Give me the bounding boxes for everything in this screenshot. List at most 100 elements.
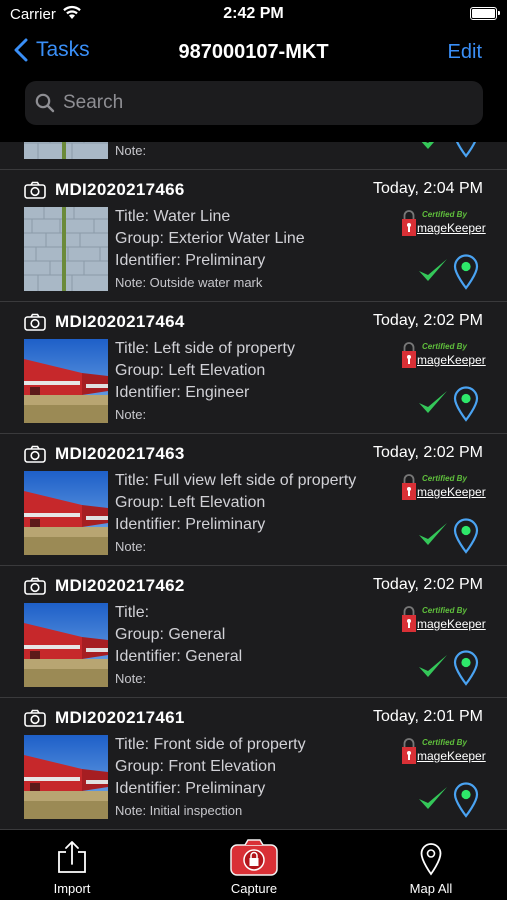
item-title: Title: Left side of property — [115, 340, 295, 357]
item-meta: Title: Full view left side of property Gr… — [115, 470, 356, 558]
back-button-label: Tasks — [36, 38, 90, 61]
item-title: Title: Water Line — [115, 208, 231, 225]
import-tab[interactable]: Import — [30, 830, 114, 900]
camera-icon — [24, 313, 46, 331]
item-identifier: Identifier: Engineer — [115, 384, 250, 401]
camera-icon — [24, 181, 46, 199]
list-item[interactable]: MDI2020217462 Today, 2:02 PM Title: Group: … — [0, 566, 507, 698]
item-meta: Title: Group: General Identifier: General N… — [115, 602, 242, 690]
photo-thumbnail[interactable] — [24, 603, 108, 687]
search-input[interactable] — [63, 92, 443, 114]
item-note: Note: — [115, 671, 147, 686]
chevron-left-icon — [14, 38, 28, 62]
item-note: Note: Outside water mark — [115, 275, 263, 290]
photo-thumbnail — [24, 142, 108, 159]
location-pin-icon[interactable] — [453, 518, 479, 559]
item-group: Group: Exterior Water Line — [115, 230, 305, 247]
item-note: Note: — [115, 143, 147, 158]
tab-bar: Import Capture Map All — [0, 830, 507, 900]
edit-button[interactable]: Edit — [448, 41, 482, 64]
location-pin-icon[interactable] — [453, 254, 479, 295]
certified-badge: Certified By mageKeeper — [400, 210, 486, 238]
search-area — [0, 76, 507, 142]
item-date: Today, 2:02 PM — [373, 312, 483, 329]
item-header: MDI2020217466 — [24, 180, 185, 200]
location-pin-icon[interactable] — [453, 782, 479, 823]
back-button[interactable]: Tasks — [14, 38, 90, 62]
status-bar: Carrier 2:42 PM — [0, 0, 507, 28]
certified-by-text: Certified By — [422, 738, 467, 747]
uploaded-check-icon — [417, 256, 449, 289]
import-icon — [58, 841, 86, 873]
uploaded-check-icon — [417, 142, 449, 157]
item-identifier: Identifier: Preliminary — [115, 252, 266, 269]
navigation-bar: Tasks 987000107-MKT Edit — [0, 28, 507, 76]
item-date: Today, 2:02 PM — [373, 576, 483, 593]
certified-by-text: Certified By — [422, 342, 467, 351]
uploaded-check-icon — [417, 784, 449, 817]
brand-text: mageKeeper — [417, 617, 486, 631]
certified-badge: Certified By mageKeeper — [400, 474, 486, 502]
item-note: Note: — [115, 407, 147, 422]
item-title: Title: — [115, 604, 150, 621]
location-pin-icon[interactable] — [453, 386, 479, 427]
list-item[interactable]: MDI2020217466 Today, 2:04 PM Title: Water … — [0, 170, 507, 302]
brand-text: mageKeeper — [417, 749, 486, 763]
list-item-partial[interactable]: Note: — [0, 142, 507, 170]
location-pin-icon[interactable] — [453, 650, 479, 691]
map-all-label: Map All — [409, 881, 453, 896]
photo-thumbnail[interactable] — [24, 471, 108, 555]
uploaded-check-icon — [417, 388, 449, 421]
camera-icon — [24, 577, 46, 595]
capture-tab[interactable]: Capture — [211, 830, 297, 900]
certified-by-text: Certified By — [422, 474, 467, 483]
import-label: Import — [53, 881, 91, 896]
item-meta: Title: Left side of property Group: Left … — [115, 338, 295, 426]
brand-text: mageKeeper — [417, 485, 486, 499]
uploaded-check-icon — [417, 520, 449, 553]
photo-thumbnail[interactable] — [24, 339, 108, 423]
item-id: MDI2020217466 — [55, 180, 185, 199]
item-date: Today, 2:02 PM — [373, 444, 483, 461]
item-meta: Title: Front side of property Group: Fron… — [115, 734, 306, 822]
camera-icon — [24, 445, 46, 463]
item-header: MDI2020217462 — [24, 576, 185, 596]
map-all-tab[interactable]: Map All — [388, 830, 474, 900]
camera-icon — [24, 709, 46, 727]
item-header: MDI2020217463 — [24, 444, 185, 464]
capture-label: Capture — [230, 881, 278, 896]
list-item[interactable]: MDI2020217464 Today, 2:02 PM Title: Left s… — [0, 302, 507, 434]
item-group: Group: Left Elevation — [115, 362, 266, 379]
item-header: MDI2020217464 — [24, 312, 185, 332]
item-date: Today, 2:04 PM — [373, 180, 483, 197]
item-title: Title: Front side of property — [115, 736, 306, 753]
item-identifier: Identifier: General — [115, 648, 243, 665]
item-id: MDI2020217463 — [55, 444, 185, 463]
item-identifier: Identifier: Preliminary — [115, 516, 266, 533]
map-pin-icon — [420, 843, 442, 876]
location-pin-icon[interactable] — [453, 142, 479, 163]
item-id: MDI2020217464 — [55, 312, 185, 331]
certified-badge: Certified By mageKeeper — [400, 606, 486, 634]
item-id: MDI2020217462 — [55, 576, 185, 595]
capture-camera-icon — [230, 839, 278, 876]
item-meta: Note: — [115, 142, 146, 162]
item-header: MDI2020217461 — [24, 708, 185, 728]
photo-list: Note: MDI2020217466 Today, 2:04 PM Title: … — [0, 142, 507, 830]
list-item[interactable]: MDI2020217463 Today, 2:02 PM Title: Full v… — [0, 434, 507, 566]
certified-by-text: Certified By — [422, 606, 467, 615]
list-item[interactable]: MDI2020217461 Today, 2:01 PM Title: Front … — [0, 698, 507, 830]
battery-icon — [470, 7, 500, 20]
item-group: Group: Left Elevation — [115, 494, 266, 511]
search-bar[interactable] — [25, 81, 483, 125]
photo-thumbnail[interactable] — [24, 735, 108, 819]
item-id: MDI2020217461 — [55, 708, 185, 727]
item-date: Today, 2:01 PM — [373, 708, 483, 725]
search-icon — [35, 93, 55, 113]
item-group: Group: Front Elevation — [115, 758, 276, 775]
item-group: Group: General — [115, 626, 226, 643]
photo-thumbnail[interactable] — [24, 207, 108, 291]
certified-badge: Certified By mageKeeper — [400, 738, 486, 766]
uploaded-check-icon — [417, 652, 449, 685]
item-meta: Title: Water Line Group: Exterior Water L… — [115, 206, 305, 294]
